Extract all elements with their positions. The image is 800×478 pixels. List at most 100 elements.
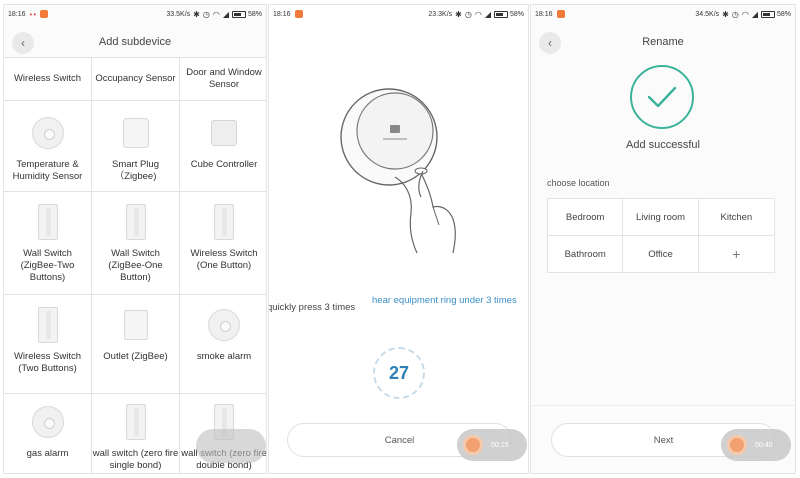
device-tile[interactable]: Wireless Switch (One Button) xyxy=(180,192,266,294)
cube-icon xyxy=(211,120,237,146)
wall-switch-icon xyxy=(214,204,234,240)
device-row: Wireless Switch (Two Buttons) Outlet (Zi… xyxy=(4,294,266,393)
wall-switch-icon xyxy=(37,307,58,343)
bluetooth-icon: ✱ xyxy=(455,9,462,19)
round-sensor-icon xyxy=(31,117,64,149)
device-tile[interactable]: Cube Controller xyxy=(180,101,266,191)
wall-switch-icon xyxy=(125,204,146,240)
location-option[interactable]: Office xyxy=(623,236,699,272)
device-grid: Wireless Switch Occupancy Sensor Door an… xyxy=(4,57,266,473)
add-location-button[interactable]: + xyxy=(699,236,774,272)
network-speed: 33.5K/s xyxy=(166,10,191,18)
status-time: 18:16 xyxy=(8,10,26,18)
success-check-icon xyxy=(630,65,694,129)
signal-icon: ◢ xyxy=(484,9,491,19)
record-icon xyxy=(727,435,747,455)
alarm-icon: ◷ xyxy=(731,9,739,19)
add-subdevice-screen: 18:16 •• 33.5K/s ✱ ◷ ◠ ◢ 58% ‹ Add subde… xyxy=(3,4,267,474)
device-tile[interactable]: Temperature & Humidity Sensor xyxy=(4,101,92,191)
page-title: Add subdevice xyxy=(98,36,172,48)
nav-bar: ‹ Add subdevice xyxy=(4,23,266,61)
app-notification-icon xyxy=(556,10,565,18)
device-label: Cube Controller xyxy=(190,159,258,170)
floating-overlay[interactable] xyxy=(196,429,266,463)
battery-percent: 58% xyxy=(776,10,791,18)
battery-icon xyxy=(231,10,246,18)
outlet-icon xyxy=(123,310,148,340)
wifi-icon: ◠ xyxy=(741,9,749,19)
device-label: Smart Plug（Zigbee) xyxy=(112,159,159,182)
record-time: 00:40 xyxy=(755,441,773,449)
battery-percent: 58% xyxy=(247,10,262,18)
location-option[interactable]: Bathroom xyxy=(548,236,624,272)
device-label: Wall Switch (ZigBee-One Button) xyxy=(108,248,163,283)
device-row: Wireless Switch Occupancy Sensor Door an… xyxy=(4,57,266,100)
device-label: Wireless Switch (One Button) xyxy=(190,248,258,271)
device-tile[interactable]: wall switch (zero fire single bond) xyxy=(92,394,180,473)
device-tile[interactable]: Wall Switch (ZigBee-Two Buttons) xyxy=(4,192,92,294)
device-tile[interactable]: Wireless Switch xyxy=(4,58,92,100)
device-label: Wall Switch (ZigBee-Two Buttons) xyxy=(20,248,75,283)
signal-icon: ◢ xyxy=(222,9,229,19)
device-label: gas alarm xyxy=(26,448,69,459)
device-label: Occupancy Sensor xyxy=(95,73,176,84)
pairing-screen: 18:16 23.3K/s ✱ ◷ ◠ ◢ 58% quickly press … xyxy=(268,4,529,474)
location-grid: Bedroom Living room Kitchen Bathroom Off… xyxy=(547,198,775,273)
device-tile[interactable]: gas alarm xyxy=(4,394,92,473)
location-option[interactable]: Living room xyxy=(623,199,699,235)
app-notification-icon xyxy=(294,10,303,18)
gateway-press-illustration xyxy=(340,88,456,254)
bluetooth-icon: ✱ xyxy=(193,9,200,19)
battery-percent: 58% xyxy=(509,10,524,18)
ring-hint-link[interactable]: hear equipment ring under 3 times xyxy=(372,295,522,307)
network-speed: 34.5K/s xyxy=(695,10,720,18)
device-label: wall switch (zero fire single bond) xyxy=(92,448,179,471)
back-button[interactable]: ‹ xyxy=(12,32,34,54)
wifi-icon: ◠ xyxy=(212,9,220,19)
device-tile[interactable]: Wall Switch (ZigBee-One Button) xyxy=(92,192,180,294)
nav-bar: ‹ Rename xyxy=(531,23,795,61)
countdown-value: 27 xyxy=(388,362,410,383)
device-tile[interactable]: Outlet (ZigBee) xyxy=(92,295,180,393)
status-bar: 18:16 34.5K/s ✱ ◷ ◠ ◢ 58% xyxy=(531,5,795,23)
screen-recorder-pill[interactable]: 00:40 xyxy=(721,429,791,461)
next-label: Next xyxy=(653,434,674,446)
device-tile[interactable]: Occupancy Sensor xyxy=(92,58,180,100)
rename-screen: 18:16 34.5K/s ✱ ◷ ◠ ◢ 58% ‹ Rename Add s… xyxy=(530,4,796,474)
device-tile[interactable]: Wireless Switch (Two Buttons) xyxy=(4,295,92,393)
location-label: choose location xyxy=(547,178,610,188)
device-row: Temperature & Humidity Sensor Smart Plug… xyxy=(4,100,266,191)
screen-recorder-pill[interactable]: 00:15 xyxy=(457,429,527,461)
device-tile[interactable]: smoke alarm xyxy=(180,295,266,393)
countdown-timer: 27 xyxy=(373,347,425,399)
location-row: Bedroom Living room Kitchen xyxy=(548,199,774,235)
alarm-icon: ◷ xyxy=(464,9,472,19)
record-icon xyxy=(463,435,483,455)
chevron-left-icon: ‹ xyxy=(548,36,552,50)
app-notification-icon xyxy=(40,10,49,18)
smoke-alarm-icon xyxy=(208,309,240,341)
press-instruction: quickly press 3 times xyxy=(268,302,356,313)
battery-icon xyxy=(493,10,508,18)
back-button[interactable]: ‹ xyxy=(539,32,561,54)
page-title: Rename xyxy=(642,36,684,48)
device-label: smoke alarm xyxy=(196,351,252,362)
wall-switch-icon xyxy=(37,204,58,240)
success-message: Add successful xyxy=(626,139,700,151)
device-label: Outlet (ZigBee) xyxy=(103,351,168,362)
device-tile[interactable]: Door and Window Sensor xyxy=(180,58,266,100)
network-speed: 23.3K/s xyxy=(428,10,453,18)
record-time: 00:15 xyxy=(491,441,509,449)
status-time: 18:16 xyxy=(535,10,553,18)
location-option[interactable]: Bedroom xyxy=(548,199,624,235)
smart-plug-icon xyxy=(122,118,149,148)
signal-icon: ◢ xyxy=(751,9,758,19)
wifi-icon: ◠ xyxy=(474,9,482,19)
device-tile[interactable]: Smart Plug（Zigbee) xyxy=(92,101,180,191)
gas-alarm-icon xyxy=(31,406,64,438)
status-bar: 18:16 23.3K/s ✱ ◷ ◠ ◢ 58% xyxy=(269,5,528,23)
location-option[interactable]: Kitchen xyxy=(699,199,774,235)
cancel-label: Cancel xyxy=(384,434,415,446)
bluetooth-icon: ✱ xyxy=(722,9,729,19)
wall-switch-icon xyxy=(125,404,146,440)
